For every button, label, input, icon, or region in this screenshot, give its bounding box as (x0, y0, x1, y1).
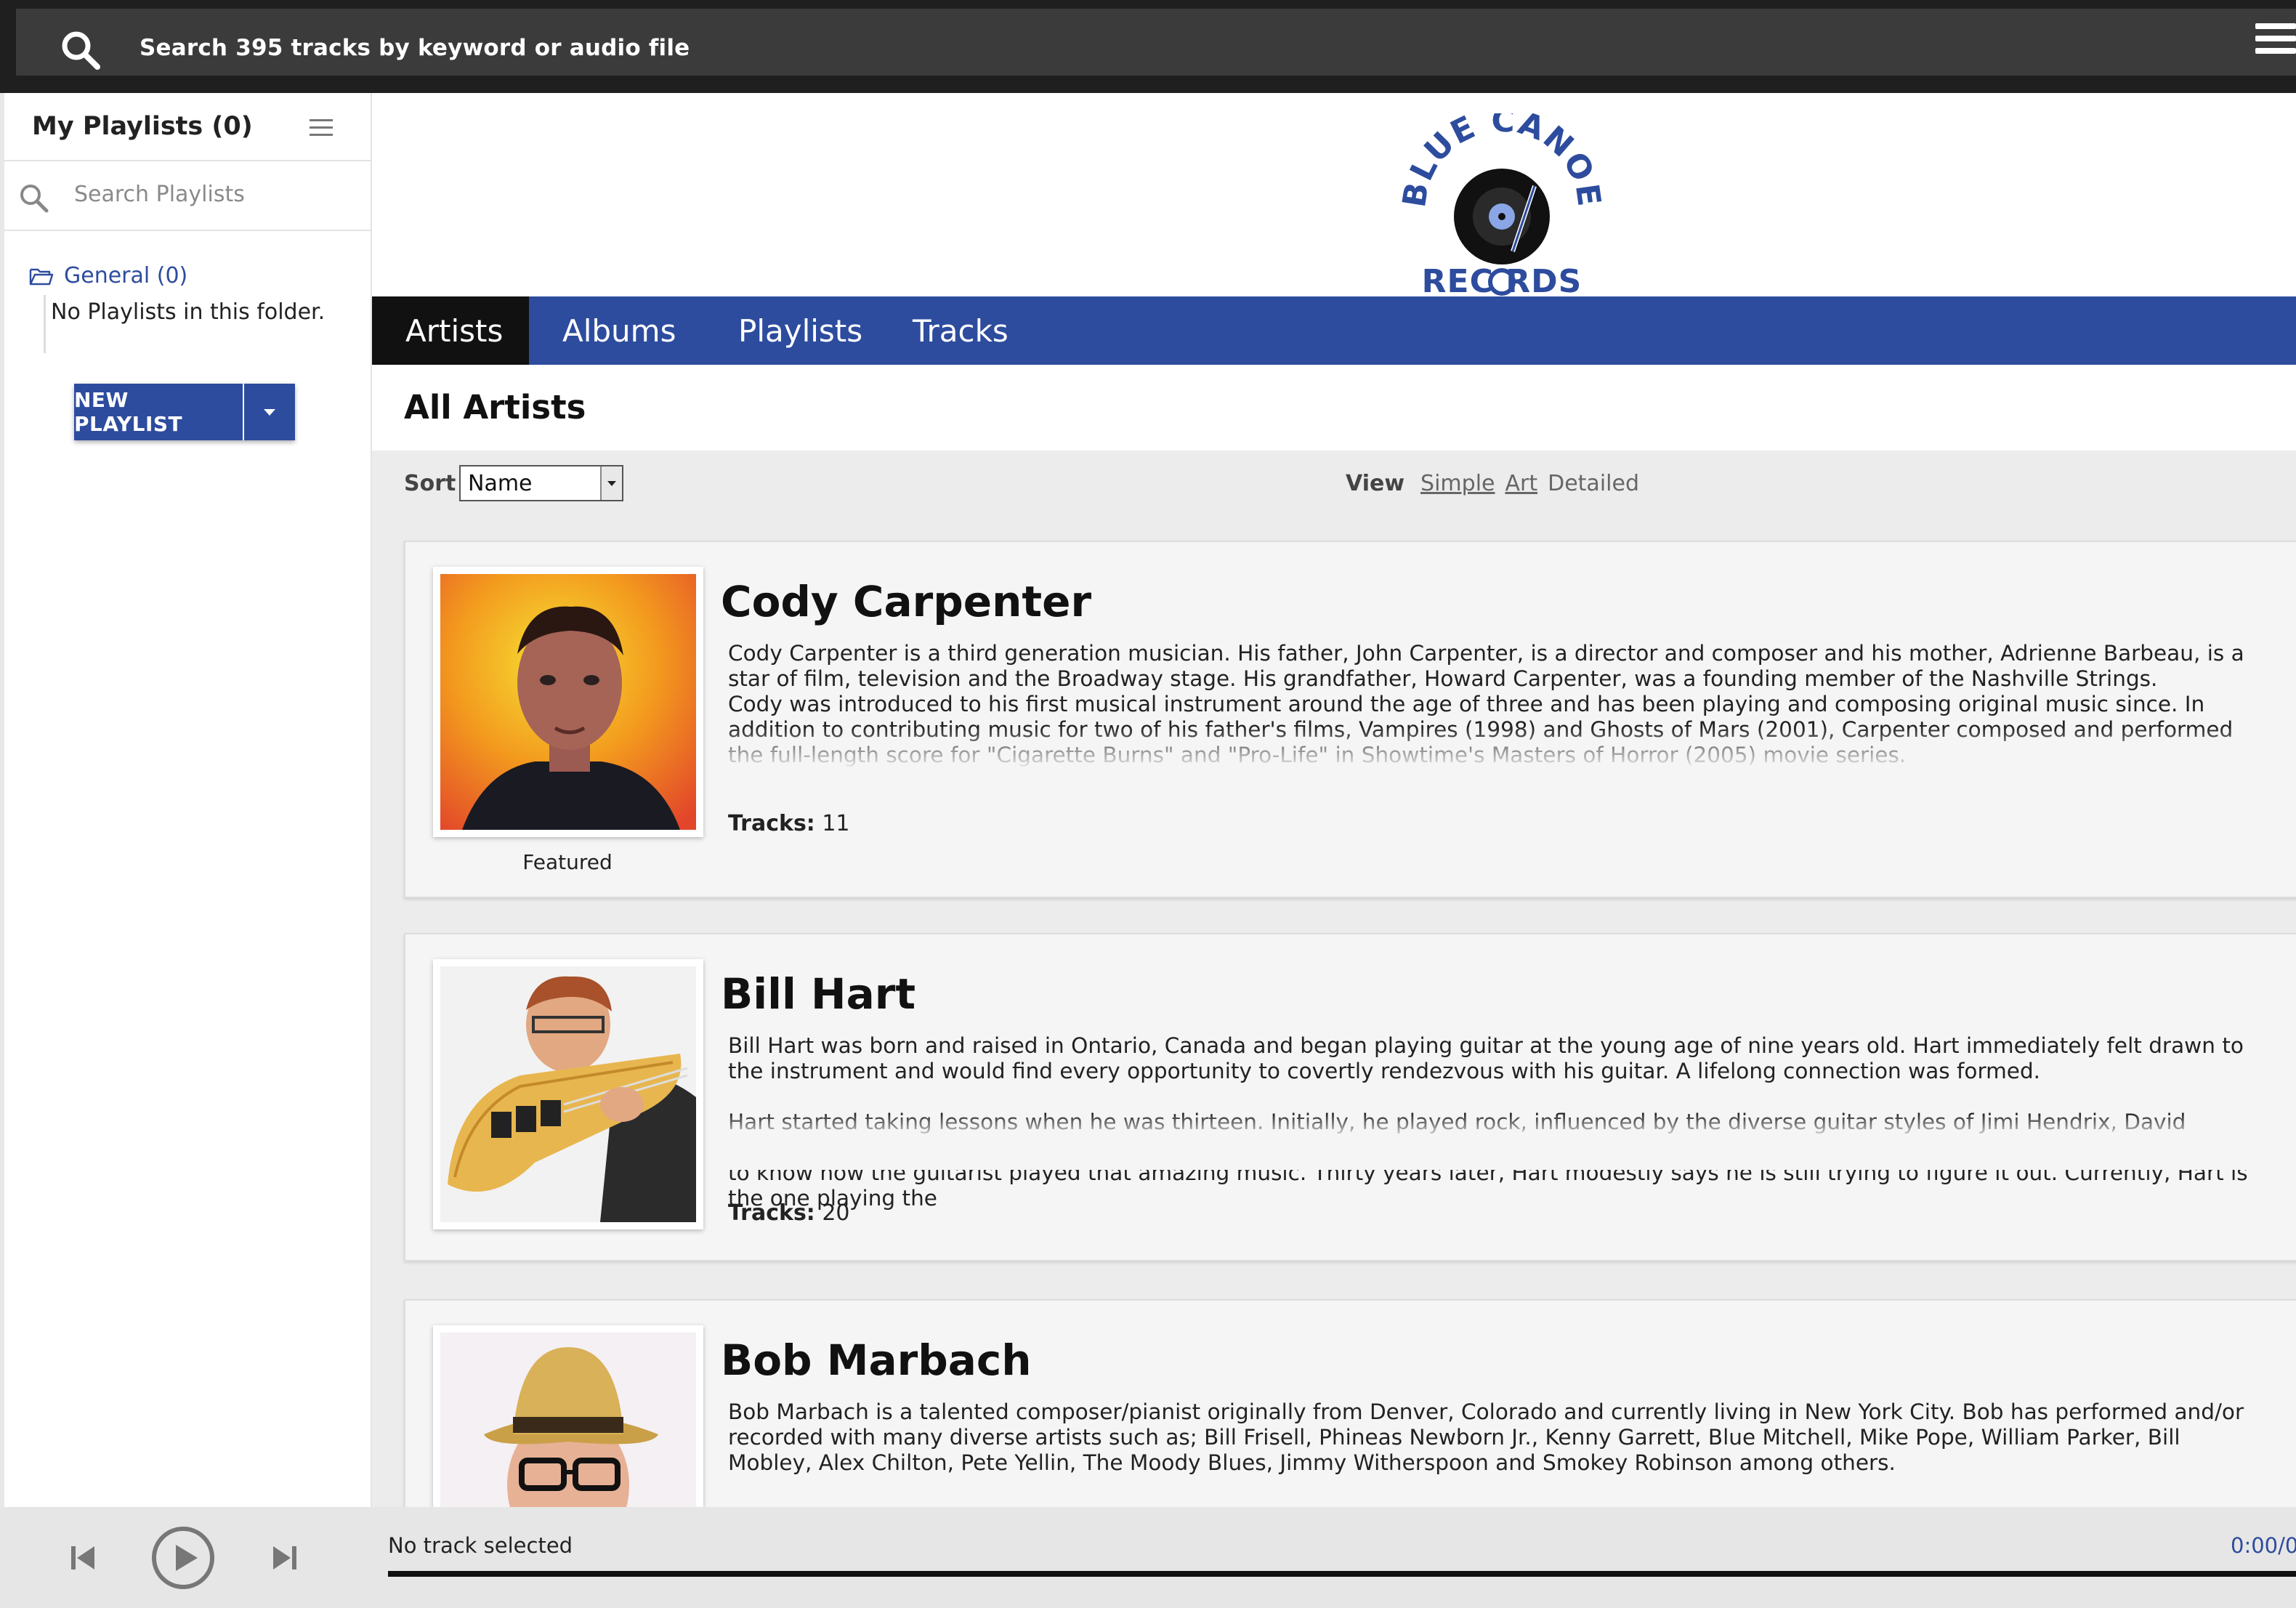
now-playing-text: No track selected (388, 1533, 573, 1558)
playlists-menu-icon[interactable] (310, 119, 333, 138)
chevron-down-icon (607, 480, 616, 486)
artist-photo-frame[interactable] (433, 1325, 703, 1507)
folder-label: General (0) (64, 263, 188, 288)
artist-photo[interactable] (440, 966, 696, 1222)
artist-name[interactable]: Cody Carpenter (721, 577, 1091, 626)
artist-card[interactable]: Bob Marbach Bob Marbach is a talented co… (404, 1299, 2296, 1507)
new-playlist-button[interactable]: NEW PLAYLIST (74, 384, 243, 440)
folder-open-icon (29, 268, 54, 285)
artist-list: Featured Cody Carpenter Cody Carpenter i… (372, 517, 2296, 1507)
filter-bar: Sort Name View Simple Art Detailed (372, 451, 2296, 517)
artist-bio: Bob Marbach is a talented composer/piani… (728, 1399, 2254, 1476)
new-playlist-dropdown[interactable] (244, 384, 295, 440)
track-count-value: 20 (822, 1200, 850, 1226)
folder-general[interactable]: General (0) (29, 263, 187, 288)
track-count: Tracks: 11 (728, 811, 850, 836)
view-art-link[interactable]: Art (1505, 471, 1537, 496)
sort-select-value: Name (468, 470, 533, 496)
empty-folder-text: No Playlists in this folder. (51, 299, 326, 325)
search-input[interactable]: Search 395 tracks by keyword or audio fi… (140, 35, 690, 61)
sort-label: Sort (404, 471, 456, 496)
page-title: All Artists (404, 388, 586, 427)
bio-fade (728, 727, 2296, 770)
view-switcher: View Simple Art Detailed (1346, 471, 1639, 496)
new-playlist-button-group: NEW PLAYLIST (74, 384, 295, 440)
artist-name[interactable]: Bob Marbach (721, 1336, 1032, 1385)
main-menu-icon[interactable] (2255, 23, 2296, 60)
blue-canoe-records-logo[interactable]: BLUE CANOE REC RDS (1396, 113, 1607, 299)
artist-name[interactable]: Bill Hart (721, 969, 915, 1019)
playback-time: 0:00/0: (2231, 1533, 2296, 1558)
bio-paragraph: Cody Carpenter is a third generation mus… (728, 641, 2244, 691)
view-detailed-current: Detailed (1548, 471, 1639, 496)
bio-clip (728, 1138, 2296, 1170)
playlists-search-input[interactable]: Search Playlists (74, 182, 245, 207)
artist-photo[interactable] (440, 574, 696, 830)
search-icon[interactable] (58, 28, 102, 71)
view-simple-link[interactable]: Simple (1420, 471, 1495, 496)
chevron-down-icon (264, 408, 275, 416)
bio-paragraph: Bob Marbach is a talented composer/piani… (728, 1399, 2244, 1475)
artist-photo[interactable] (440, 1333, 696, 1507)
view-label: View (1346, 471, 1405, 496)
bio-paragraph: Bill Hart was born and raised in Ontario… (728, 1033, 2244, 1083)
tab-albums[interactable]: Albums (529, 296, 709, 365)
folder-divider (44, 295, 46, 353)
sidebar-edge (0, 93, 4, 1507)
search-icon (20, 185, 49, 213)
play-icon[interactable] (151, 1526, 215, 1590)
playlists-header: My Playlists (0) (4, 93, 371, 161)
sort-select[interactable]: Name (459, 465, 623, 501)
audio-player: No track selected 0:00/0: (0, 1507, 2296, 1608)
featured-badge: Featured (522, 850, 613, 874)
section-tabs: Artists Albums Playlists Tracks (372, 296, 2296, 365)
top-search-bar: Search 395 tracks by keyword or audio fi… (0, 0, 2296, 93)
bio-fade (728, 1113, 2296, 1139)
artist-card[interactable]: Bill Hart Bill Hart was born and raised … (404, 933, 2296, 1261)
artist-card[interactable]: Featured Cody Carpenter Cody Carpenter i… (404, 541, 2296, 898)
track-count-label: Tracks: (728, 811, 815, 836)
playlists-title: My Playlists (0) (32, 112, 253, 141)
playlists-sidebar: My Playlists (0) Search Playlists Genera… (0, 93, 372, 1507)
track-count-value: 11 (822, 811, 850, 836)
artist-photo-frame[interactable] (433, 567, 703, 837)
playlists-search[interactable]: Search Playlists (4, 161, 371, 231)
main-content: BLUE CANOE REC RDS Artists Albums Playli… (372, 93, 2296, 1507)
tab-tracks[interactable]: Tracks (879, 296, 1042, 365)
artist-photo-frame[interactable] (433, 959, 703, 1229)
track-count: Tracks: 20 (728, 1200, 850, 1226)
progress-bar[interactable] (388, 1571, 2296, 1577)
page-header: All Artists (372, 365, 2296, 453)
tab-playlists[interactable]: Playlists (705, 296, 896, 365)
skip-previous-icon[interactable] (70, 1543, 96, 1572)
track-count-label: Tracks: (728, 1200, 815, 1226)
skip-next-icon[interactable] (272, 1543, 298, 1572)
tab-artists[interactable]: Artists (372, 296, 529, 365)
sort-select-arrow[interactable] (600, 466, 622, 500)
search-field[interactable]: Search 395 tracks by keyword or audio fi… (16, 9, 2296, 76)
